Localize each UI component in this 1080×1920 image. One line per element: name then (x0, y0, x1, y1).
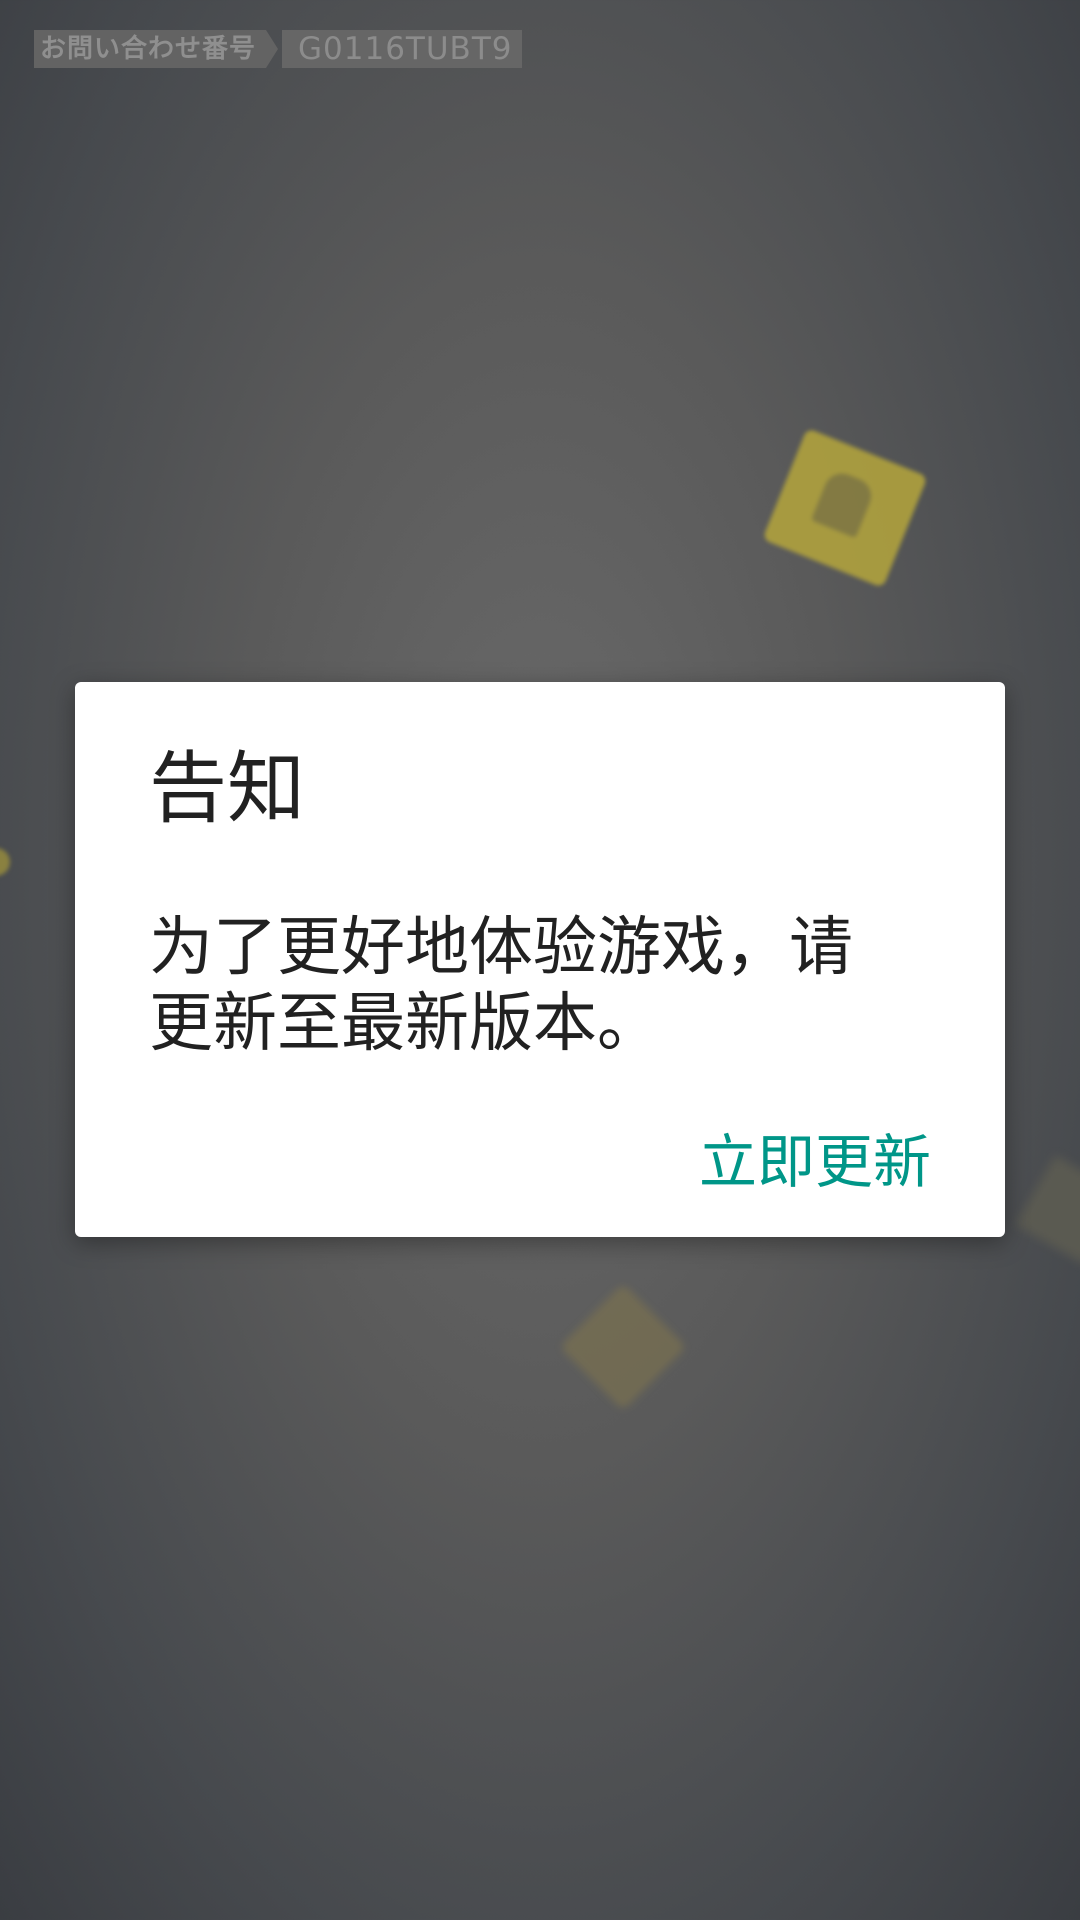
inquiry-number-bar: お問い合わせ番号 G0116TUBT9 (34, 30, 523, 68)
inquiry-label: お問い合わせ番号 (34, 30, 267, 68)
background-shape-icon-right (1015, 1155, 1080, 1265)
background-dot-icon (0, 848, 10, 876)
dialog-message: 为了更好地体验游戏，请更新至最新版本。 (149, 911, 853, 1061)
background-shape-icon (559, 1283, 687, 1411)
update-notice-dialog: 告知 为了更好地体验游戏，请更新至最新版本。 立即更新 (75, 682, 1005, 1237)
background-logo-icon (762, 428, 928, 588)
dialog-actions: 立即更新 (699, 1133, 931, 1191)
inquiry-arrow-icon (266, 30, 279, 68)
update-now-button[interactable]: 立即更新 (699, 1133, 931, 1191)
dialog-title: 告知 (149, 744, 306, 834)
inquiry-code: G0116TUBT9 (282, 30, 523, 68)
